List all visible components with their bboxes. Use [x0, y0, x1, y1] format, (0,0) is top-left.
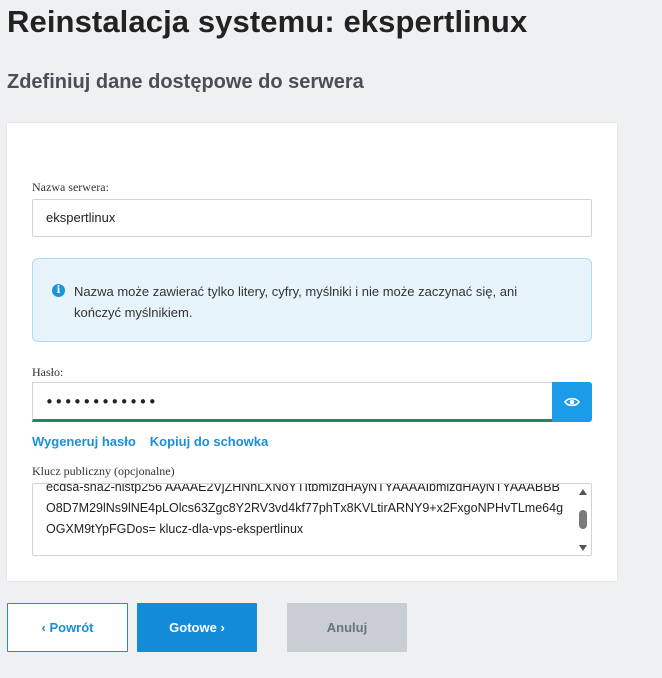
- copy-to-clipboard-link[interactable]: Kopiuj do schowka: [150, 434, 268, 449]
- info-text: Nazwa może zawierać tylko litery, cyfry,…: [74, 284, 518, 320]
- public-key-value: ecdsa-sha2-nistp256 AAAAE2VjZHNhLXNoYTIt…: [46, 483, 564, 536]
- back-button-label: Powrót: [49, 620, 94, 635]
- info-box: i Nazwa może zawierać tylko litery, cyfr…: [32, 258, 592, 342]
- back-button[interactable]: ‹ Powrót: [7, 603, 128, 652]
- page-title: Reinstalacja systemu: ekspertlinux: [7, 4, 528, 39]
- done-button[interactable]: Gotowe ›: [137, 603, 257, 652]
- server-name-input[interactable]: ekspertlinux: [32, 199, 592, 237]
- done-button-label: Gotowe: [169, 620, 217, 635]
- access-data-card: Nazwa serwera: ekspertlinux i Nazwa może…: [7, 123, 617, 581]
- scroll-down-arrow-icon[interactable]: [579, 545, 587, 551]
- password-label: Hasło:: [32, 365, 64, 379]
- generate-password-link[interactable]: Wygeneruj hasło: [32, 434, 136, 449]
- textarea-scrollbar[interactable]: [577, 486, 589, 554]
- public-key-label: Klucz publiczny (opcjonalne): [32, 464, 175, 478]
- scroll-up-arrow-icon[interactable]: [579, 489, 587, 495]
- password-links: Wygeneruj hasło Kopiuj do schowka: [32, 434, 268, 449]
- cancel-button[interactable]: Anuluj: [287, 603, 407, 652]
- password-input[interactable]: ••••••••••••: [32, 382, 552, 422]
- info-circle-icon: i: [52, 284, 65, 297]
- show-password-button[interactable]: [552, 382, 592, 422]
- section-title: Zdefiniuj dane dostępowe do serwera: [7, 71, 364, 93]
- eye-icon: [564, 397, 580, 407]
- scroll-thumb[interactable]: [579, 510, 587, 529]
- server-name-label: Nazwa serwera:: [32, 180, 109, 194]
- public-key-textarea[interactable]: ecdsa-sha2-nistp256 AAAAE2VjZHNhLXNoYTIt…: [32, 483, 592, 556]
- cancel-button-label: Anuluj: [326, 620, 368, 635]
- chevron-left-icon: ‹: [41, 620, 46, 635]
- chevron-right-icon: ›: [220, 620, 225, 635]
- password-row: ••••••••••••: [32, 382, 592, 422]
